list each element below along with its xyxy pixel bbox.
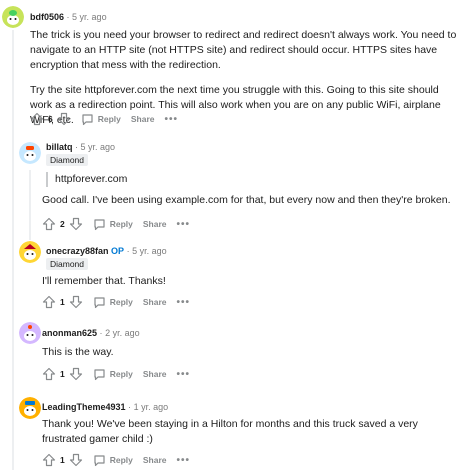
upvote-icon[interactable] — [42, 367, 56, 381]
avatar[interactable] — [2, 6, 24, 28]
avatar[interactable] — [19, 142, 41, 164]
downvote-icon[interactable] — [69, 367, 83, 381]
avatar[interactable] — [19, 322, 41, 344]
comment-actions: 1 Reply Share ••• — [42, 452, 190, 468]
downvote-icon[interactable] — [69, 453, 83, 467]
username[interactable]: bdf0506 — [30, 12, 64, 22]
comment-actions: 2 Reply Share ••• — [42, 216, 190, 232]
avatar[interactable] — [19, 241, 41, 263]
vote-score: 1 — [60, 455, 65, 465]
timestamp[interactable]: 5 yr. ago — [81, 142, 116, 152]
comment-paragraph: The trick is you need your browser to re… — [30, 29, 457, 71]
user-flair: Diamond — [46, 258, 89, 270]
reply-label: Reply — [97, 114, 121, 124]
username[interactable]: anonman625 — [42, 328, 97, 338]
thread-line[interactable] — [29, 170, 31, 240]
reply-icon — [94, 296, 105, 308]
user-flair: Diamond — [46, 154, 89, 166]
username[interactable]: onecrazy88fan — [46, 246, 109, 256]
reply-icon — [82, 113, 93, 125]
comment-body: I'll remember that. Thanks! — [42, 275, 166, 287]
comment-meta: onecrazy88fan OP · 5 yr. ago — [46, 246, 167, 256]
share-button[interactable]: Share — [143, 219, 167, 229]
blockquote: httpforever.com — [46, 172, 127, 187]
reply-icon — [94, 454, 105, 466]
reply-button[interactable]: Reply — [93, 218, 133, 231]
vote-score: 1 — [60, 369, 65, 379]
share-button[interactable]: Share — [131, 114, 155, 124]
share-button[interactable]: Share — [143, 297, 167, 307]
comment-body: Good call. I've been using example.com f… — [42, 194, 451, 206]
op-badge: OP — [111, 246, 125, 256]
more-options-icon[interactable]: ••• — [165, 114, 179, 125]
reply-button[interactable]: Reply — [93, 368, 133, 381]
comment-actions: 6 Reply Share ••• — [30, 111, 178, 127]
timestamp[interactable]: 1 yr. ago — [134, 402, 169, 412]
upvote-icon[interactable] — [42, 295, 56, 309]
username[interactable]: LeadingTheme4931 — [42, 402, 126, 412]
reply-icon — [94, 218, 105, 230]
timestamp[interactable]: 2 yr. ago — [105, 328, 140, 338]
reply-button[interactable]: Reply — [81, 113, 121, 126]
meta-separator: · — [99, 328, 103, 338]
avatar[interactable] — [19, 397, 41, 419]
vote-score: 6 — [48, 114, 53, 124]
more-options-icon[interactable]: ••• — [177, 219, 191, 230]
share-button[interactable]: Share — [143, 455, 167, 465]
downvote-icon[interactable] — [69, 217, 83, 231]
downvote-icon[interactable] — [57, 112, 71, 126]
timestamp[interactable]: 5 yr. ago — [72, 12, 107, 22]
more-options-icon[interactable]: ••• — [177, 455, 191, 466]
meta-separator: · — [75, 142, 79, 152]
reply-label: Reply — [109, 297, 133, 307]
reply-label: Reply — [109, 369, 133, 379]
reply-label: Reply — [109, 219, 133, 229]
comment-actions: 1 Reply Share ••• — [42, 366, 190, 382]
reply-label: Reply — [109, 455, 133, 465]
comment-body: Thank you! We've been staying in a Hilto… — [42, 418, 418, 445]
comment-actions: 1 Reply Share ••• — [42, 294, 190, 310]
meta-separator: · — [66, 12, 70, 22]
thread-line[interactable] — [12, 30, 14, 470]
reply-button[interactable]: Reply — [93, 296, 133, 309]
username[interactable]: billatq — [46, 142, 73, 152]
comment-meta: billatq · 5 yr. ago — [46, 142, 115, 152]
comment-meta: anonman625 · 2 yr. ago — [42, 328, 140, 338]
comment-body: This is the way. — [42, 346, 114, 358]
meta-separator: · — [126, 246, 130, 256]
share-button[interactable]: Share — [143, 369, 167, 379]
more-options-icon[interactable]: ••• — [177, 297, 191, 308]
vote-score: 1 — [60, 297, 65, 307]
vote-score: 2 — [60, 219, 65, 229]
upvote-icon[interactable] — [42, 217, 56, 231]
reply-icon — [94, 368, 105, 380]
comment-meta: LeadingTheme4931 · 1 yr. ago — [42, 402, 168, 412]
upvote-icon[interactable] — [30, 112, 44, 126]
reply-button[interactable]: Reply — [93, 454, 133, 467]
more-options-icon[interactable]: ••• — [177, 369, 191, 380]
upvote-icon[interactable] — [42, 453, 56, 467]
downvote-icon[interactable] — [69, 295, 83, 309]
comment-meta: bdf0506 · 5 yr. ago — [30, 12, 107, 22]
meta-separator: · — [128, 402, 132, 412]
timestamp[interactable]: 5 yr. ago — [132, 246, 167, 256]
